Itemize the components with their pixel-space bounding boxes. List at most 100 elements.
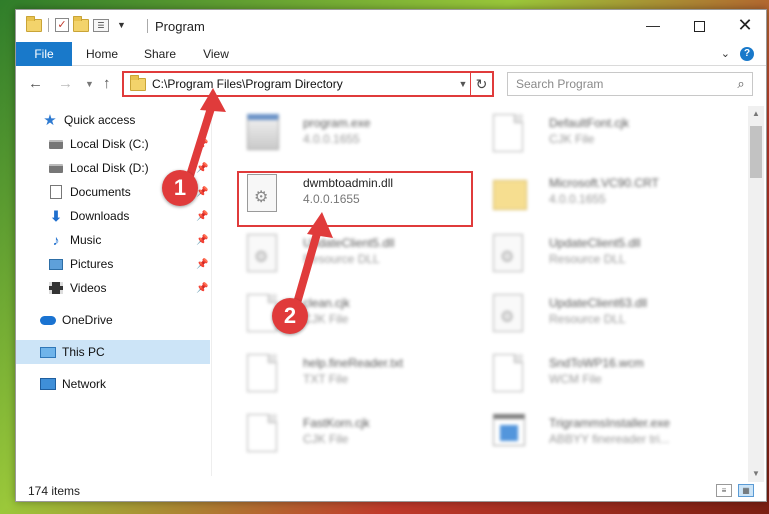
dll-gear-icon: ⚙ xyxy=(493,234,527,274)
downloads-icon: ⬇ xyxy=(50,207,62,224)
file-item[interactable]: ⚙ UpdateClient63.dll Resource DLL xyxy=(477,286,717,342)
pin-icon[interactable]: 📌 xyxy=(196,235,208,246)
properties-check-icon[interactable]: ✓ xyxy=(55,18,69,32)
file-item[interactable]: SndToWP16.wcm WCM File xyxy=(477,346,717,402)
pin-icon[interactable]: 📌 xyxy=(196,163,208,174)
ribbon-controls: ⌄ ? xyxy=(721,47,754,61)
file-name: UpdateClient5.dll xyxy=(303,236,395,250)
tab-file[interactable]: File xyxy=(16,42,72,66)
sidebar-item-videos[interactable]: Videos 📌 xyxy=(16,276,210,300)
vertical-scrollbar[interactable]: ▲ ▼ xyxy=(748,106,764,482)
sidebar-item-label: Documents xyxy=(70,185,131,199)
forward-arrow-icon[interactable]: → xyxy=(58,75,73,92)
customize-toolbar-icon[interactable]: ☰ xyxy=(93,18,109,32)
address-bar[interactable]: C:\Program Files\Program Directory ▼ ↻ xyxy=(122,71,494,97)
file-description: Resource DLL xyxy=(303,252,380,266)
file-name: UpdateClient5.dll xyxy=(549,236,641,250)
ribbon-tabs: File Home Share View ⌄ ? xyxy=(16,42,766,66)
scroll-thumb[interactable] xyxy=(750,126,762,178)
sidebar-item-label: Network xyxy=(62,377,107,391)
tab-share[interactable]: Share xyxy=(138,42,182,66)
quick-access-toolbar: ✓ ☰ ▼ xyxy=(26,15,126,32)
documents-icon xyxy=(48,184,64,200)
pin-icon[interactable]: 📌 xyxy=(196,139,208,150)
toolbar-dropdown-icon[interactable]: ▼ xyxy=(117,20,126,30)
file-description: 4.0.0.1655 xyxy=(549,192,606,206)
close-button[interactable]: ✕ xyxy=(722,10,768,41)
file-item[interactable]: program.exe 4.0.0.1655 xyxy=(231,106,471,162)
document-icon xyxy=(493,354,527,394)
file-item[interactable]: Microsoft.VC90.CRT 4.0.0.1655 xyxy=(477,166,717,222)
up-arrow-icon[interactable]: ↑ xyxy=(103,75,111,92)
file-description: 4.0.0.1655 xyxy=(303,132,360,146)
help-icon[interactable]: ? xyxy=(740,47,754,61)
sidebar-item-label: Music xyxy=(70,233,102,247)
search-icon[interactable]: ⌕ xyxy=(730,76,752,92)
sidebar-item-label: Downloads xyxy=(70,209,130,223)
sidebar-item-local-disk-c[interactable]: Local Disk (C:) 📌 xyxy=(16,132,210,156)
file-name: Microsoft.VC90.CRT xyxy=(549,176,659,190)
disk-icon xyxy=(48,136,64,152)
new-folder-icon[interactable] xyxy=(73,15,89,32)
sidebar-item-onedrive[interactable]: OneDrive xyxy=(16,308,210,332)
search-box[interactable]: ⌕ xyxy=(507,72,753,96)
file-item[interactable]: TrigrammsInstaller.exe ABBYY finereader … xyxy=(477,406,717,462)
address-path[interactable]: C:\Program Files\Program Directory xyxy=(152,77,456,91)
pin-icon[interactable]: 📌 xyxy=(196,211,208,222)
sidebar-item-network[interactable]: Network xyxy=(16,372,210,396)
toolbar-divider xyxy=(48,18,49,32)
star-icon: ★ xyxy=(43,112,57,129)
file-description: CJK File xyxy=(303,312,349,326)
music-icon: ♪ xyxy=(52,232,60,248)
minimize-button[interactable]: — xyxy=(630,10,676,41)
file-item[interactable]: clean.cjk CJK File xyxy=(231,286,471,342)
search-input[interactable] xyxy=(508,77,730,91)
document-icon xyxy=(493,114,527,154)
details-view-icon[interactable]: ≡ xyxy=(716,484,732,497)
sidebar-item-label: Pictures xyxy=(70,257,114,271)
sidebar-item-label: Local Disk (D:) xyxy=(70,161,149,175)
maximize-icon xyxy=(693,20,705,32)
item-count: 174 items xyxy=(28,484,81,498)
file-item[interactable]: FastKorn.cjk CJK File xyxy=(231,406,471,462)
file-highlight-box xyxy=(237,171,473,227)
exe-icon xyxy=(247,114,281,154)
file-name: clean.cjk xyxy=(303,296,350,310)
file-item[interactable]: help.fineReader.txt TXT File xyxy=(231,346,471,402)
sidebar-item-quick-access[interactable]: ★ Quick access xyxy=(16,108,210,132)
sidebar-item-music[interactable]: ♪ Music 📌 xyxy=(16,228,210,252)
sidebar-item-this-pc[interactable]: This PC xyxy=(16,340,210,364)
sidebar-item-pictures[interactable]: Pictures 📌 xyxy=(16,252,210,276)
file-name: help.fineReader.txt xyxy=(303,356,404,370)
file-item[interactable]: ⚙ UpdateClient5.dll Resource DLL xyxy=(231,226,471,282)
sidebar-item-downloads[interactable]: ⬇ Downloads 📌 xyxy=(16,204,210,228)
recent-locations-icon[interactable]: ▼ xyxy=(85,79,94,89)
file-explorer-window: ✓ ☰ ▼ Program — ✕ File Home Share View ⌄… xyxy=(15,9,767,502)
file-name: UpdateClient63.dll xyxy=(549,296,648,310)
scroll-up-icon[interactable]: ▲ xyxy=(748,106,764,122)
status-bar: 174 items ≡ ▦ xyxy=(16,480,766,502)
address-dropdown-icon[interactable]: ▼ xyxy=(456,79,470,89)
file-item[interactable]: ⚙ UpdateClient5.dll Resource DLL xyxy=(477,226,717,282)
file-description: CJK File xyxy=(303,432,349,446)
navigation-pane: ★ Quick access Local Disk (C:) 📌 Local D… xyxy=(16,106,212,476)
tiles-view-icon[interactable]: ▦ xyxy=(738,484,754,497)
file-name: program.exe xyxy=(303,116,371,130)
installer-icon xyxy=(493,414,527,454)
tab-view[interactable]: View xyxy=(196,42,236,66)
maximize-button[interactable] xyxy=(676,10,722,41)
pin-icon[interactable]: 📌 xyxy=(196,259,208,270)
tab-home[interactable]: Home xyxy=(80,42,124,66)
expand-ribbon-icon[interactable]: ⌄ xyxy=(721,47,730,61)
pc-icon xyxy=(40,344,56,360)
file-item[interactable]: DefaultFont.cjk CJK File xyxy=(477,106,717,162)
pin-icon[interactable]: 📌 xyxy=(196,283,208,294)
refresh-icon[interactable]: ↻ xyxy=(470,73,492,95)
file-description: WCM File xyxy=(549,372,602,386)
back-arrow-icon[interactable]: ← xyxy=(28,75,43,92)
document-icon xyxy=(247,354,281,394)
document-icon xyxy=(247,414,281,454)
sidebar-item-label: Local Disk (C:) xyxy=(70,137,149,151)
file-name: TrigrammsInstaller.exe xyxy=(549,416,670,430)
sidebar-item-label: OneDrive xyxy=(62,313,113,327)
